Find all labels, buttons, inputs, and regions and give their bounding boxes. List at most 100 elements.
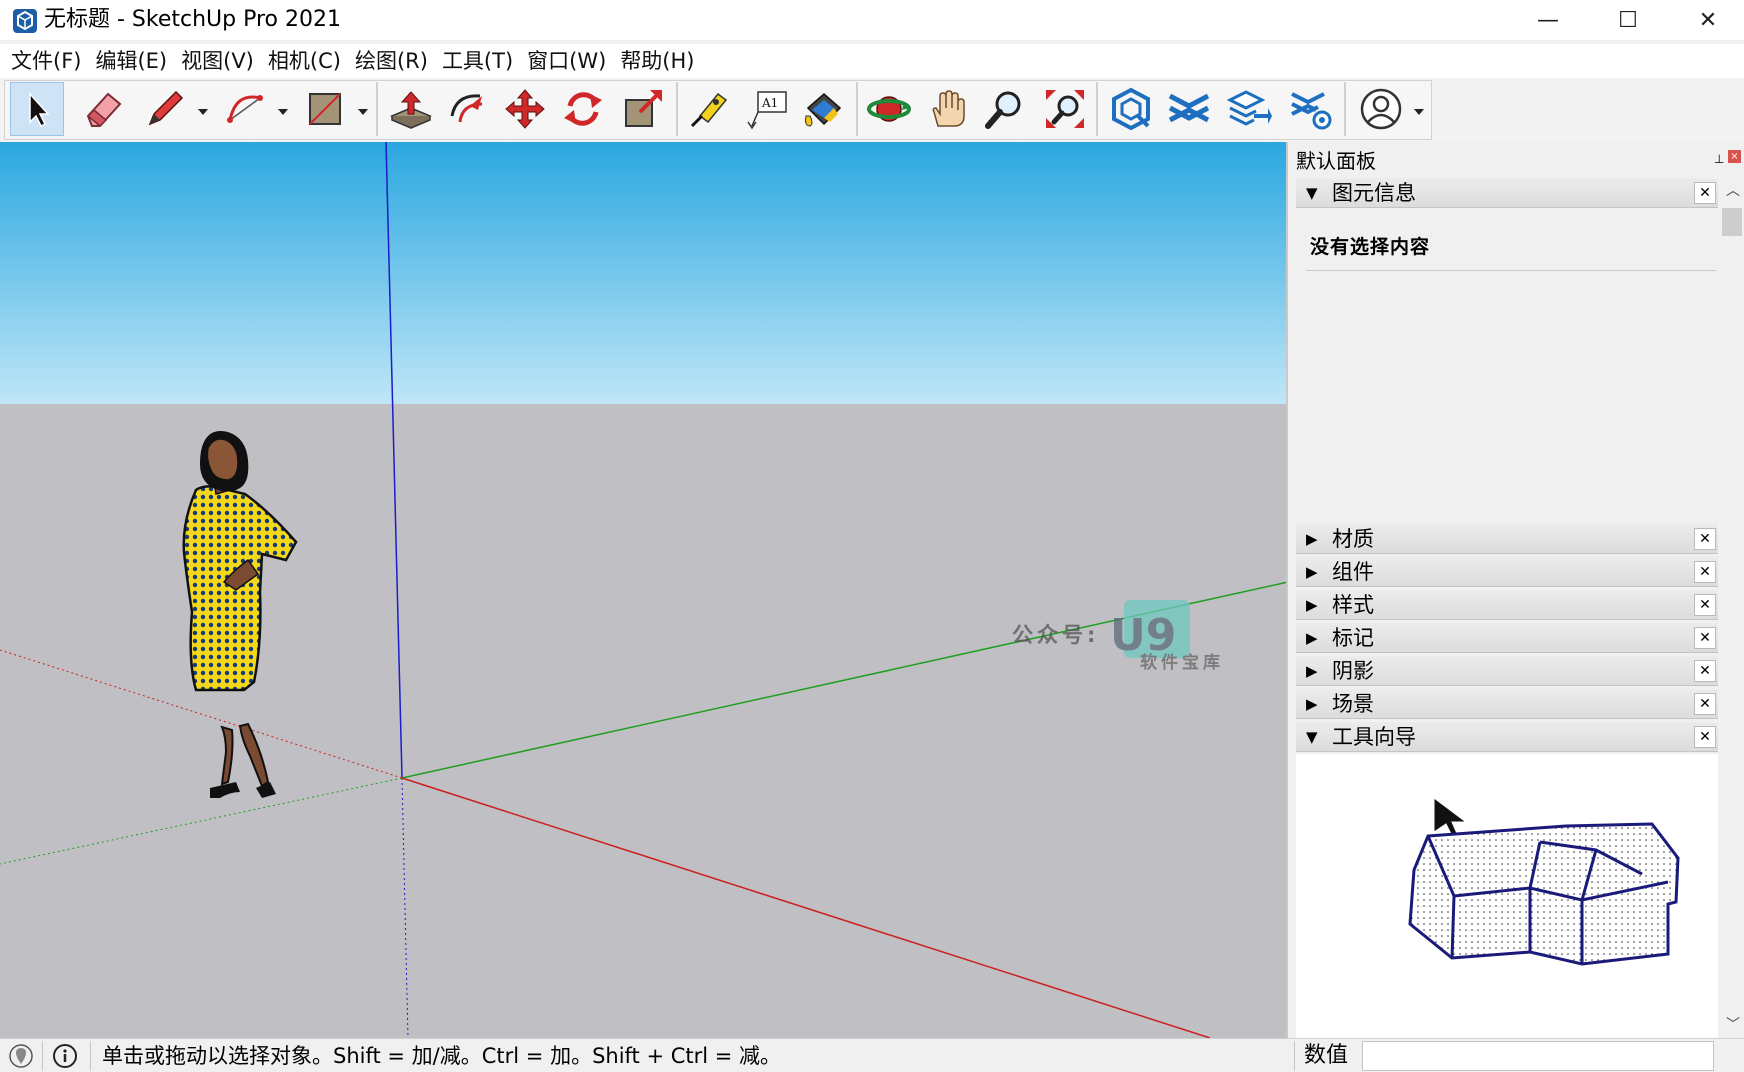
menu-window[interactable]: 窗口(W) bbox=[520, 44, 613, 78]
panel-close-button[interactable]: ✕ bbox=[1694, 627, 1716, 649]
collapsed-arrow-icon: ▶ bbox=[1306, 662, 1318, 680]
orbit-tool-button[interactable] bbox=[862, 82, 916, 136]
scene-canvas[interactable]: 公众号: U9 软件宝库 bbox=[0, 142, 1288, 1038]
chevron-down-icon[interactable] bbox=[276, 104, 290, 118]
expanded-arrow-icon: ▼ bbox=[1306, 728, 1318, 746]
toolbar-separator bbox=[1096, 82, 1098, 136]
instructor-illustration bbox=[1408, 797, 1680, 966]
maximize-button[interactable]: ☐ bbox=[1588, 0, 1668, 40]
status-hint: 单击或拖动以选择对象。Shift = 加/减。Ctrl = 加。Shift + … bbox=[102, 1044, 782, 1068]
layout-send-icon bbox=[1226, 90, 1272, 126]
text-label-icon: A1 bbox=[747, 91, 787, 130]
info-icon[interactable] bbox=[52, 1043, 78, 1069]
panel-header-styles[interactable]: ▶ 样式 ✕ bbox=[1296, 590, 1718, 620]
menu-camera[interactable]: 相机(C) bbox=[261, 44, 348, 78]
menu-tools[interactable]: 工具(T) bbox=[435, 44, 520, 78]
default-tray: 默认面板 ⊥ × ▼ 图元信息 ✕ 没有选择内容 ▶ 材质 ✕ ▶ 组件 ✕ ▶… bbox=[1290, 142, 1744, 1038]
extension-manager-icon bbox=[1291, 92, 1332, 130]
chevron-down-icon[interactable]: ﹀ bbox=[1726, 1014, 1740, 1034]
extension-manager-button[interactable] bbox=[1284, 82, 1338, 136]
eraser-tool-button[interactable] bbox=[76, 82, 130, 136]
panel-header-tags[interactable]: ▶ 标记 ✕ bbox=[1296, 623, 1718, 653]
panel-close-button[interactable]: ✕ bbox=[1694, 528, 1716, 550]
instructor-body bbox=[1296, 754, 1718, 1038]
panel-label-components: 组件 bbox=[1332, 560, 1374, 584]
geolocation-icon[interactable] bbox=[8, 1043, 34, 1069]
title-bar: 无标题 - SketchUp Pro 2021 — ☐ ✕ bbox=[0, 0, 1744, 40]
offset-tool-button[interactable] bbox=[442, 82, 496, 136]
3d-warehouse-icon bbox=[1112, 87, 1150, 131]
panel-header-scenes[interactable]: ▶ 场景 ✕ bbox=[1296, 689, 1718, 719]
status-separator bbox=[90, 1041, 91, 1071]
arc-tool-button[interactable] bbox=[218, 82, 272, 136]
maximize-icon: ☐ bbox=[1618, 7, 1638, 33]
menu-view[interactable]: 视图(V) bbox=[174, 44, 261, 78]
menu-file[interactable]: 文件(F) bbox=[4, 44, 88, 78]
chevron-up-icon[interactable]: ︿ bbox=[1726, 180, 1740, 200]
paint-bucket-tool-button[interactable] bbox=[796, 82, 850, 136]
panel-label-materials: 材质 bbox=[1332, 527, 1374, 551]
panel-header-materials[interactable]: ▶ 材质 ✕ bbox=[1296, 524, 1718, 554]
panel-label-scenes: 场景 bbox=[1332, 692, 1374, 716]
panel-close-button[interactable]: ✕ bbox=[1694, 561, 1716, 583]
line-tool-button[interactable] bbox=[138, 82, 192, 136]
drawing-viewport[interactable]: 公众号: U9 软件宝库 bbox=[0, 142, 1288, 1038]
panel-close-button[interactable]: ✕ bbox=[1694, 693, 1716, 715]
panel-label-tags: 标记 bbox=[1332, 626, 1374, 650]
status-separator bbox=[42, 1041, 43, 1071]
measurements-input[interactable] bbox=[1362, 1041, 1714, 1071]
panel-close-button[interactable]: ✕ bbox=[1694, 726, 1716, 748]
layout-send-button[interactable] bbox=[1222, 82, 1276, 136]
close-window-button[interactable]: ✕ bbox=[1668, 0, 1744, 40]
menu-help[interactable]: 帮助(H) bbox=[613, 44, 701, 78]
toolbar-separator bbox=[676, 82, 678, 136]
toolbar-separator bbox=[376, 82, 378, 136]
paint-bucket-icon bbox=[805, 93, 842, 127]
chevron-down-icon[interactable] bbox=[196, 104, 210, 118]
tray-close-button[interactable]: × bbox=[1728, 150, 1741, 163]
panel-header-shadows[interactable]: ▶ 阴影 ✕ bbox=[1296, 656, 1718, 686]
expanded-arrow-icon: ▼ bbox=[1306, 184, 1318, 202]
extension-warehouse-button[interactable] bbox=[1162, 82, 1216, 136]
zoom-tool-button[interactable] bbox=[978, 82, 1032, 136]
status-bar: 单击或拖动以选择对象。Shift = 加/减。Ctrl = 加。Shift + … bbox=[0, 1038, 1744, 1072]
account-button[interactable] bbox=[1354, 82, 1408, 136]
text-tool-button[interactable]: A1 bbox=[742, 82, 796, 136]
pencil-line-icon bbox=[148, 90, 184, 126]
chevron-down-icon[interactable] bbox=[1412, 104, 1426, 118]
rotate-tool-button[interactable] bbox=[556, 82, 610, 136]
scale-tool-button[interactable] bbox=[616, 82, 670, 136]
tape-measure-icon bbox=[690, 92, 728, 128]
panel-close-button[interactable]: ✕ bbox=[1694, 594, 1716, 616]
entity-info-body: 没有选择内容 bbox=[1296, 220, 1718, 556]
panel-header-instructor[interactable]: ▼ 工具向导 ✕ bbox=[1296, 722, 1718, 752]
select-icon bbox=[29, 92, 50, 128]
tray-scrollbar[interactable]: ︿ ﹀ bbox=[1720, 180, 1744, 1038]
tray-title: 默认面板 bbox=[1296, 149, 1376, 173]
minimize-button[interactable]: — bbox=[1508, 0, 1588, 40]
watermark-sub: 软件宝库 bbox=[1140, 652, 1224, 673]
panel-close-button[interactable]: ✕ bbox=[1694, 660, 1716, 682]
rectangle-tool-button[interactable] bbox=[298, 82, 352, 136]
menu-draw[interactable]: 绘图(R) bbox=[348, 44, 435, 78]
menu-edit[interactable]: 编辑(E) bbox=[88, 44, 174, 78]
chevron-down-icon[interactable] bbox=[356, 104, 370, 118]
panel-header-components[interactable]: ▶ 组件 ✕ bbox=[1296, 557, 1718, 587]
divider bbox=[1306, 270, 1716, 271]
select-tool-button[interactable] bbox=[10, 82, 64, 136]
3d-warehouse-button[interactable] bbox=[1104, 82, 1158, 136]
tape-measure-tool-button[interactable] bbox=[682, 82, 736, 136]
rotate-icon bbox=[564, 92, 602, 126]
pin-icon[interactable]: ⊥ bbox=[1714, 152, 1724, 166]
collapsed-arrow-icon: ▶ bbox=[1306, 695, 1318, 713]
panel-label-entity-info: 图元信息 bbox=[1332, 181, 1416, 205]
panel-label-shadows: 阴影 bbox=[1332, 659, 1374, 683]
push-pull-tool-button[interactable] bbox=[384, 82, 438, 136]
toolbar-separator bbox=[856, 82, 858, 136]
pan-tool-button[interactable] bbox=[920, 82, 974, 136]
panel-close-button[interactable]: ✕ bbox=[1694, 182, 1716, 204]
move-tool-button[interactable] bbox=[498, 82, 552, 136]
scroll-thumb[interactable] bbox=[1722, 208, 1742, 236]
panel-header-entity-info[interactable]: ▼ 图元信息 ✕ bbox=[1296, 178, 1718, 208]
zoom-extents-tool-button[interactable] bbox=[1038, 82, 1092, 136]
